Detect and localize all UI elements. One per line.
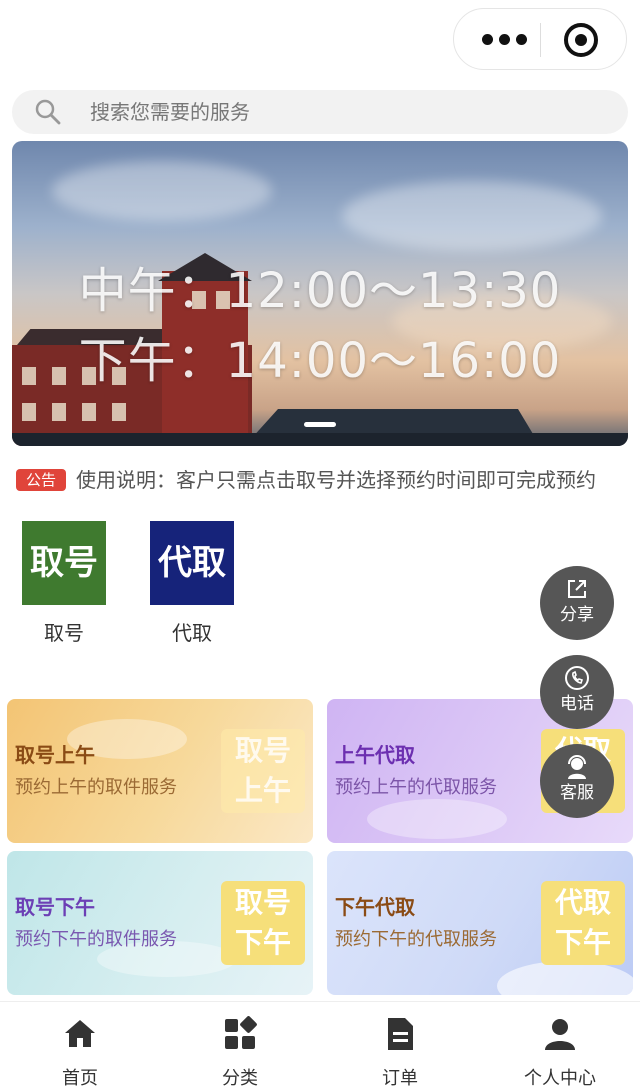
card-badge-line-1: 取号: [234, 886, 291, 919]
card-take-number-afternoon[interactable]: 取号下午 预约下午的取件服务 取号 下午: [7, 851, 313, 995]
bottom-tab-bar: 首页 分类 订单 个人中心: [0, 1001, 640, 1091]
banner-window: [52, 403, 66, 421]
quick-entry-take-number[interactable]: 取号 取号: [22, 521, 106, 646]
card-title: 取号上午: [15, 743, 95, 767]
phone-icon: [565, 666, 589, 690]
phone-label: 电话: [560, 694, 594, 714]
tab-profile[interactable]: 个人中心: [480, 1002, 640, 1091]
capsule-divider: [540, 23, 541, 57]
card-badge: 取号 上午: [221, 729, 305, 813]
banner-line-1: 中午：12:00～13:30: [78, 263, 562, 319]
card-badge-line-1: 取号: [234, 734, 291, 767]
category-icon: [225, 1016, 257, 1049]
card-badge-line-2: 下午: [554, 926, 611, 959]
search-bar[interactable]: 搜索您需要的服务: [12, 90, 628, 134]
card-proxy-afternoon[interactable]: 下午代取 预约下午的代取服务 代取 下午: [327, 851, 633, 995]
user-icon: [545, 1019, 575, 1050]
tab-order-label: 订单: [382, 1068, 418, 1089]
card-cloud: [497, 961, 633, 995]
banner-cloud: [52, 161, 272, 221]
customer-service-label: 客服: [560, 783, 594, 803]
card-title: 上午代取: [335, 743, 415, 767]
search-icon: [35, 99, 61, 125]
notice-text: 使用说明：客户只需点击取号并选择预约时间即可完成预约: [76, 468, 596, 492]
banner-window: [22, 403, 36, 421]
search-placeholder: 搜索您需要的服务: [90, 100, 250, 124]
card-badge: 取号 下午: [221, 881, 305, 965]
proxy-pickup-tile: 代取: [150, 521, 234, 605]
mini-program-capsule: [453, 8, 627, 70]
phone-button[interactable]: 电话: [540, 655, 614, 729]
card-cloud: [367, 799, 507, 839]
share-icon: [568, 580, 586, 598]
order-icon: [388, 1018, 413, 1050]
card-badge-line-1: 代取: [554, 886, 611, 919]
notice-tag: 公告: [16, 469, 66, 491]
card-subtitle: 预约上午的代取服务: [335, 777, 497, 798]
customer-service-button[interactable]: 客服: [540, 744, 614, 818]
quick-entry-proxy-pickup[interactable]: 代取 代取: [150, 521, 234, 646]
home-icon: [65, 1020, 95, 1047]
proxy-pickup-label: 代取: [172, 621, 212, 645]
card-badge-line-2: 上午: [234, 774, 291, 807]
notice-bar[interactable]: 公告 使用说明：客户只需点击取号并选择预约时间即可完成预约: [16, 463, 616, 497]
target-circle-icon[interactable]: [564, 23, 598, 57]
banner-window: [82, 403, 96, 421]
tab-home-label: 首页: [62, 1068, 98, 1089]
banner-line-2: 下午：14:00～16:00: [78, 333, 562, 389]
tab-category-label: 分类: [222, 1068, 258, 1089]
card-badge-line-2: 下午: [234, 926, 291, 959]
take-number-tile: 取号: [22, 521, 106, 605]
carousel-indicator[interactable]: [304, 422, 336, 427]
banner-carousel[interactable]: 中午：12:00～13:30 下午：14:00～16:00: [12, 141, 628, 446]
share-button[interactable]: 分享: [540, 566, 614, 640]
tab-home[interactable]: 首页: [0, 1002, 160, 1091]
card-title: 下午代取: [335, 895, 415, 919]
share-label: 分享: [560, 605, 594, 625]
tab-category[interactable]: 分类: [160, 1002, 320, 1091]
card-badge: 代取 下午: [541, 881, 625, 965]
card-subtitle: 预约上午的取件服务: [15, 777, 177, 798]
card-subtitle: 预约下午的取件服务: [15, 929, 177, 950]
banner-cloud: [342, 181, 602, 251]
tab-profile-label: 个人中心: [524, 1068, 596, 1089]
take-number-label: 取号: [44, 621, 84, 645]
more-dots-icon[interactable]: [472, 9, 536, 69]
tab-order[interactable]: 订单: [320, 1002, 480, 1091]
card-title: 取号下午: [15, 895, 95, 919]
customer-service-icon: [568, 755, 586, 779]
banner-window: [112, 403, 126, 421]
card-take-number-morning[interactable]: 取号上午 预约上午的取件服务 取号 上午: [7, 699, 313, 843]
banner-ground: [12, 433, 628, 446]
card-subtitle: 预约下午的代取服务: [335, 929, 497, 950]
